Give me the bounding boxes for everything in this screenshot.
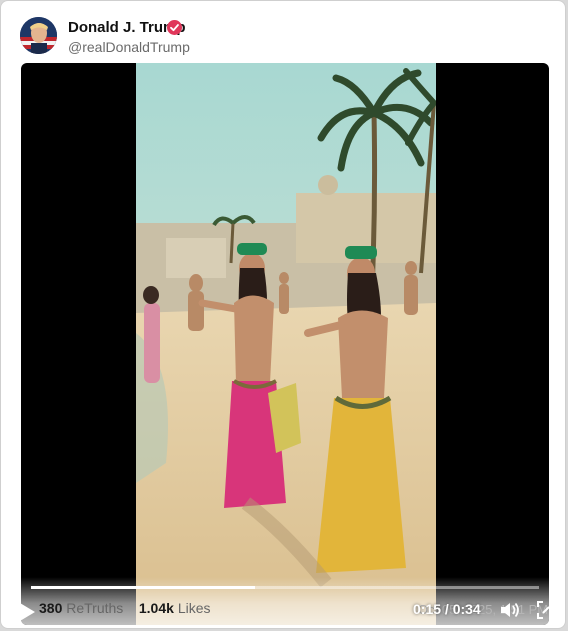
retruths-count[interactable]: 380 xyxy=(39,600,62,616)
likes-count[interactable]: 1.04k xyxy=(139,600,174,616)
author-handle[interactable]: @realDonaldTrump xyxy=(68,39,190,55)
verified-badge-icon xyxy=(167,20,182,35)
retruths-label[interactable]: ReTruths xyxy=(66,600,123,616)
avatar-photo xyxy=(20,17,57,54)
play-icon[interactable] xyxy=(21,600,38,624)
progress-fill xyxy=(31,586,255,589)
volume-icon[interactable] xyxy=(499,600,521,620)
progress-bar[interactable] xyxy=(31,586,539,589)
time-display: 0:15 / 0:34 xyxy=(413,601,481,617)
likes-label[interactable]: Likes xyxy=(178,600,211,616)
avatar[interactable] xyxy=(20,17,57,54)
post-card: Donald J. Trump @realDonaldTrump 380 ReT… xyxy=(0,0,566,629)
video-frame xyxy=(136,63,436,625)
video-player[interactable]: 380 ReTruths 1.04k Likes Oct 05, 2025, 1… xyxy=(21,63,549,625)
fullscreen-icon[interactable] xyxy=(537,601,549,619)
engagement-stats: 380 ReTruths 1.04k Likes xyxy=(39,600,211,616)
